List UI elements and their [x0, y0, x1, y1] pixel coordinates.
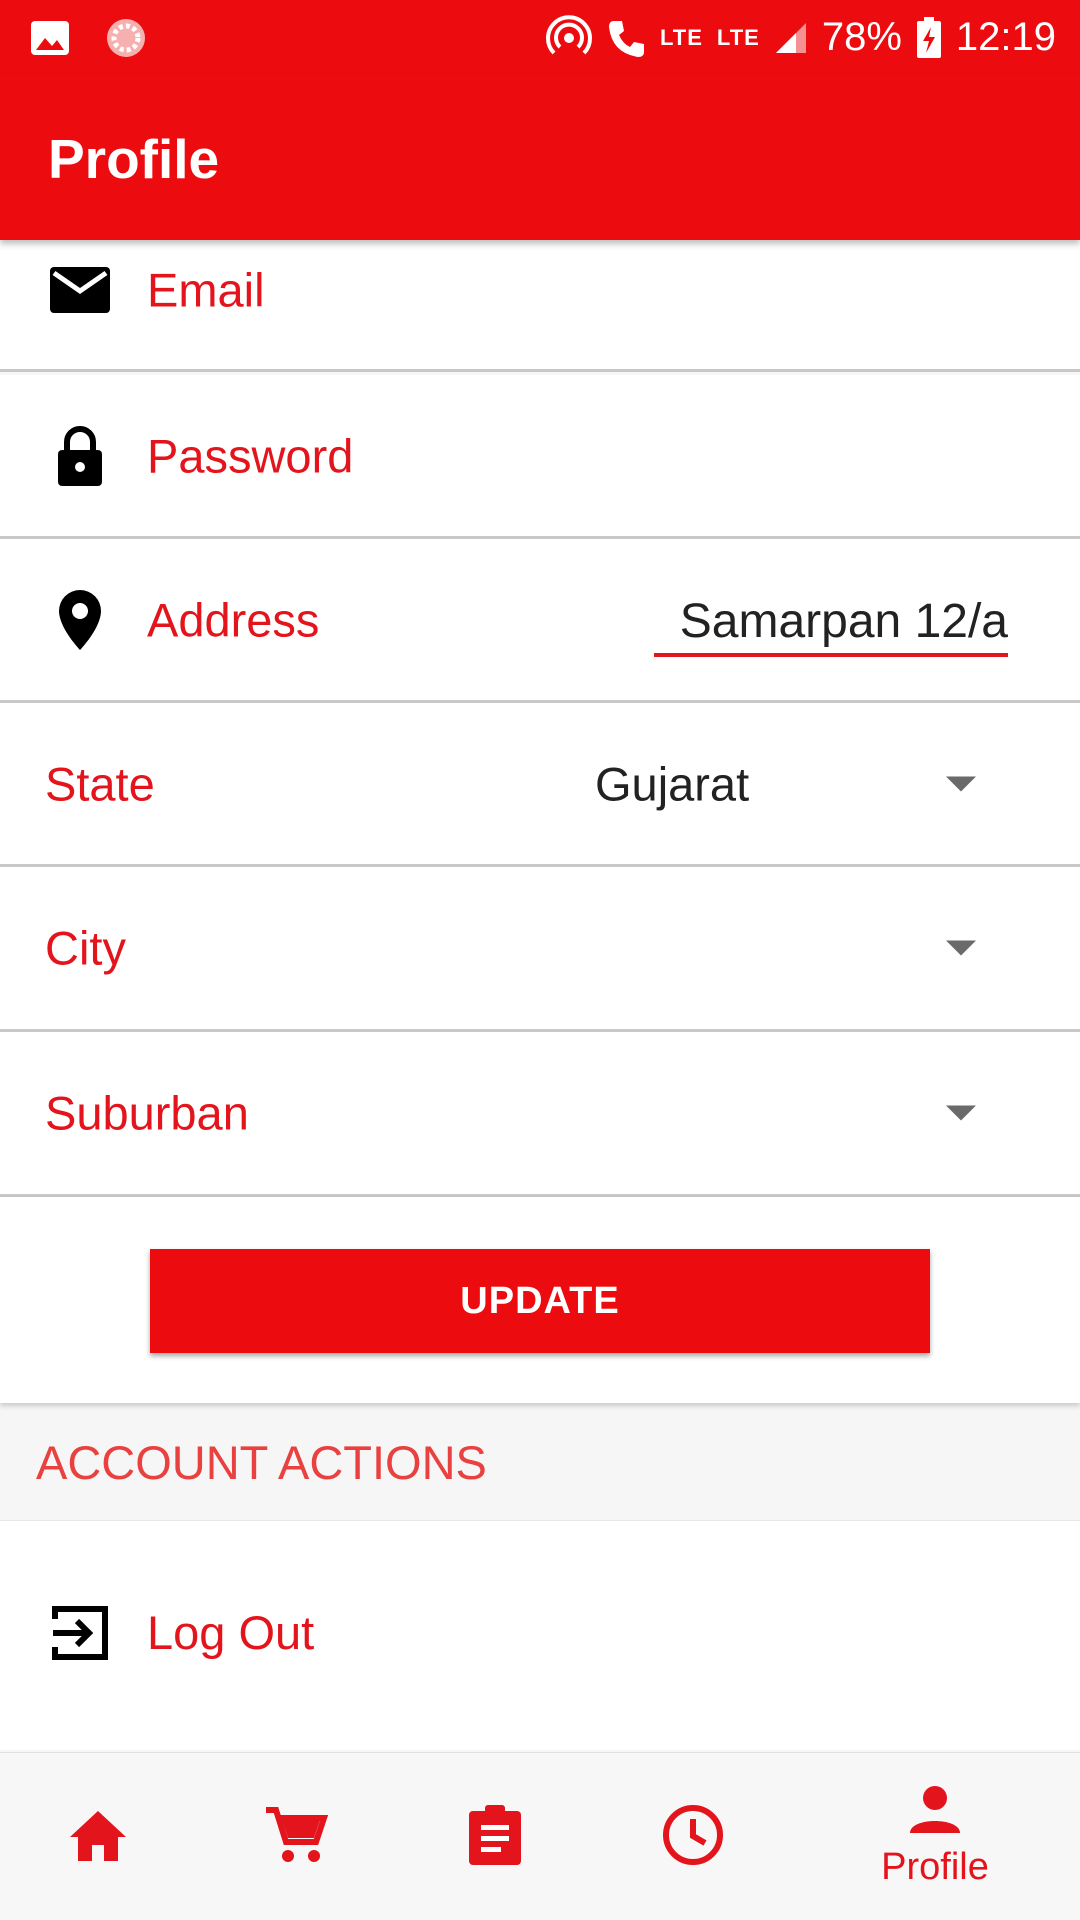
location-pin-icon	[48, 588, 112, 652]
battery-charging-icon	[916, 16, 942, 59]
cart-icon	[264, 1804, 329, 1871]
nav-orders[interactable]	[445, 1753, 545, 1920]
state-dropdown[interactable]: State Gujarat	[0, 703, 1080, 867]
chevron-down-icon	[946, 940, 976, 956]
update-button[interactable]: UPDATE	[150, 1249, 930, 1353]
password-row[interactable]: Password	[0, 375, 1080, 539]
address-label: Address	[147, 593, 320, 646]
password-label: Password	[147, 429, 354, 482]
nav-profile[interactable]: Profile	[860, 1753, 1010, 1920]
address-row: Address	[0, 539, 1080, 703]
chevron-down-icon	[946, 776, 976, 791]
hotspot-icon	[546, 14, 592, 61]
suburban-dropdown[interactable]: Suburban	[0, 1032, 1080, 1197]
nav-history[interactable]	[643, 1753, 743, 1920]
network-type-2: LTE	[716, 24, 760, 50]
home-icon	[66, 1807, 130, 1868]
history-icon	[661, 1803, 725, 1872]
city-label: City	[45, 921, 126, 975]
profile-icon	[908, 1785, 962, 1840]
state-label: State	[45, 757, 155, 810]
chevron-down-icon	[946, 1105, 976, 1121]
logout-row[interactable]: Log Out	[0, 1520, 1080, 1750]
update-card: UPDATE	[0, 1197, 1080, 1403]
network-type-1: LTE	[659, 24, 703, 50]
suburban-label: Suburban	[45, 1086, 249, 1140]
clock: 12:19	[955, 15, 1056, 59]
battery-percent: 78%	[821, 15, 902, 59]
logout-icon	[48, 1601, 112, 1665]
image-icon	[30, 20, 70, 56]
volte-call-icon	[606, 17, 646, 59]
nav-cart[interactable]	[246, 1753, 346, 1920]
email-label: Email	[147, 263, 265, 317]
address-input[interactable]	[654, 589, 1008, 657]
logout-label: Log Out	[147, 1606, 315, 1659]
signal-icon	[774, 21, 808, 55]
app-loader-icon	[104, 16, 148, 60]
city-dropdown[interactable]: City	[0, 867, 1080, 1032]
email-icon	[48, 258, 112, 322]
lock-icon	[48, 424, 112, 488]
state-value: Gujarat	[595, 757, 750, 810]
status-bar: LTE LTE 78% 12:19	[0, 0, 1080, 75]
orders-icon	[467, 1803, 523, 1872]
nav-profile-label: Profile	[881, 1846, 989, 1888]
app-bar: Profile	[0, 75, 1080, 240]
account-actions-header: ACCOUNT ACTIONS	[36, 1436, 487, 1489]
bottom-nav: Profile	[0, 1752, 1080, 1920]
page-title: Profile	[48, 128, 220, 190]
nav-home[interactable]	[48, 1753, 148, 1920]
